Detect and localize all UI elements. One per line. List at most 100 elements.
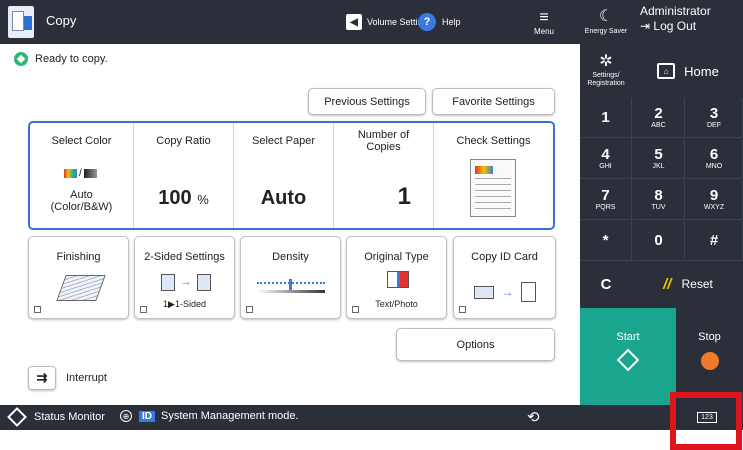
energy-saver-button[interactable]: ☾ Energy Saver — [580, 0, 632, 44]
id-badge: ID — [139, 410, 155, 422]
copy-ratio-button[interactable]: Copy Ratio 100 % — [134, 123, 234, 228]
density-button[interactable]: Density — [240, 236, 341, 319]
stop-label: Stop — [698, 331, 721, 343]
finishing-title: Finishing — [56, 251, 101, 263]
copies-value: 1 — [397, 183, 411, 210]
two-sided-icon: → — [161, 273, 211, 291]
key-hash[interactable]: # — [686, 221, 743, 261]
favorite-settings-button[interactable]: Favorite Settings — [432, 88, 555, 115]
select-color-value: Auto (Color/B&W) — [50, 189, 113, 213]
original-type-value: Text/Photo — [375, 299, 418, 309]
id-card-icon: → — [474, 281, 536, 303]
menu-button[interactable]: ≡ Menu — [508, 4, 580, 42]
logout-button[interactable]: ⇥ Log Out — [640, 19, 740, 34]
system-mode-text: System Management mode. — [161, 410, 299, 422]
status-monitor-label: Status Monitor — [34, 411, 105, 423]
select-color-button[interactable]: Select Color / Auto (Color/B&W) — [30, 123, 134, 228]
number-of-copies-field[interactable]: Number of Copies 1 — [334, 123, 434, 228]
text-photo-icon — [387, 271, 409, 288]
select-paper-button[interactable]: Select Paper Auto — [234, 123, 334, 228]
key-9[interactable]: 9 WXYZ — [686, 180, 743, 220]
settings-registration-label: Settings/Registration — [587, 72, 625, 87]
color-bw-icon: / — [64, 168, 97, 179]
key-3[interactable]: 3 DEF — [686, 98, 743, 138]
lock-icon: ⊕ — [120, 410, 132, 422]
select-paper-title: Select Paper — [252, 135, 315, 147]
copy-id-card-title: Copy ID Card — [471, 251, 538, 263]
start-label: Start — [616, 331, 640, 343]
key-0[interactable]: 0 — [633, 221, 685, 261]
previous-settings-button[interactable]: Previous Settings — [308, 88, 426, 115]
interrupt-label: Interrupt — [66, 372, 107, 384]
key-8[interactable]: 8 TUV — [633, 180, 685, 220]
moon-icon: ☾ — [598, 8, 614, 25]
settings-registration-button[interactable]: ✲ Settings/Registration — [580, 45, 632, 97]
key-4[interactable]: 4 GHI — [580, 139, 632, 179]
options-button[interactable]: Options — [396, 328, 555, 361]
key-1[interactable]: 1 — [580, 98, 632, 138]
stop-button[interactable]: Stop — [676, 308, 743, 405]
system-mode-indicator: ⊕ ID System Management mode. — [120, 410, 299, 422]
right-control-panel: ☾ Energy Saver Administrator ⇥ Log Out ✲… — [580, 0, 743, 405]
top-bar: Copy ◀ Volume Settings ? Help ≡ Menu — [0, 0, 580, 44]
energy-saver-label: Energy Saver — [584, 28, 628, 35]
bottom-bar: Status Monitor ⊕ ID System Management mo… — [0, 405, 743, 430]
finishing-button[interactable]: Finishing — [28, 236, 129, 319]
two-sided-settings-button[interactable]: 2-Sided Settings → 1▶1-Sided — [134, 236, 235, 319]
help-label: Help — [442, 17, 461, 27]
question-mark-icon: ? — [418, 13, 436, 31]
stop-icon — [700, 352, 719, 370]
two-sided-value: 1▶1-Sided — [163, 299, 206, 309]
reset-button[interactable]: // Reset — [633, 262, 743, 306]
copy-ratio-title: Copy Ratio — [156, 135, 211, 147]
key-6[interactable]: 6 MNO — [686, 139, 743, 179]
counter-check-icon[interactable]: 123 — [697, 412, 717, 423]
start-diamond-icon — [616, 348, 640, 372]
status-message: Ready to copy. — [14, 52, 108, 66]
menu-label: Menu — [533, 27, 554, 36]
status-monitor-button[interactable]: Status Monitor — [7, 407, 105, 427]
density-title: Density — [272, 251, 309, 263]
original-type-button[interactable]: Original Type Text/Photo — [346, 236, 447, 319]
logout-icon: ⇥ — [640, 19, 654, 33]
app-title: Copy — [46, 13, 77, 28]
hamburger-icon: ≡ — [539, 9, 549, 26]
select-color-title: Select Color — [51, 135, 112, 147]
ready-status-icon — [14, 52, 28, 66]
key-5[interactable]: 5 JKL — [633, 139, 685, 179]
select-paper-value: Auto — [260, 187, 307, 209]
home-label: Home — [684, 63, 719, 79]
copy-id-card-button[interactable]: Copy ID Card → — [453, 236, 556, 319]
interrupt-button[interactable]: ⇉ Interrupt — [28, 366, 107, 390]
home-icon: ⌂ — [657, 63, 676, 79]
reset-icon: // — [663, 275, 672, 293]
user-name: Administrator — [640, 4, 711, 18]
reset-label: Reset — [681, 277, 713, 291]
speaker-icon: ◀ — [346, 14, 362, 30]
expand-corner-icon — [140, 306, 147, 313]
interrupt-icon: ⇉ — [28, 366, 56, 390]
copies-title: Number of Copies — [357, 129, 410, 153]
help-button[interactable]: ? Help — [418, 9, 461, 35]
expand-corner-icon — [246, 306, 253, 313]
paper-stack-icon — [56, 275, 106, 301]
key-2[interactable]: 2 ABC — [633, 98, 685, 138]
check-settings-title: Check Settings — [456, 135, 531, 147]
status-text: Ready to copy. — [35, 53, 108, 65]
document-preview-icon — [470, 159, 516, 217]
density-slider-icon — [257, 279, 325, 293]
copy-ratio-value: 100 % — [158, 187, 209, 209]
two-sided-title: 2-Sided Settings — [144, 251, 225, 263]
start-button[interactable]: Start — [580, 308, 676, 405]
check-settings-button[interactable]: Check Settings — [434, 123, 553, 228]
clear-button[interactable]: C — [580, 262, 632, 306]
main-settings-card: Select Color / Auto (Color/B&W) Copy Rati… — [28, 121, 555, 230]
key-asterisk[interactable]: * — [580, 221, 632, 261]
expand-corner-icon — [459, 306, 466, 313]
key-7[interactable]: 7 PQRS — [580, 180, 632, 220]
display-switch-icon[interactable]: ⟲ — [527, 408, 540, 426]
expand-corner-icon — [34, 306, 41, 313]
user-area: Administrator ⇥ Log Out — [640, 4, 740, 34]
status-monitor-icon — [7, 407, 27, 427]
home-button[interactable]: ⌂ Home — [633, 45, 743, 97]
